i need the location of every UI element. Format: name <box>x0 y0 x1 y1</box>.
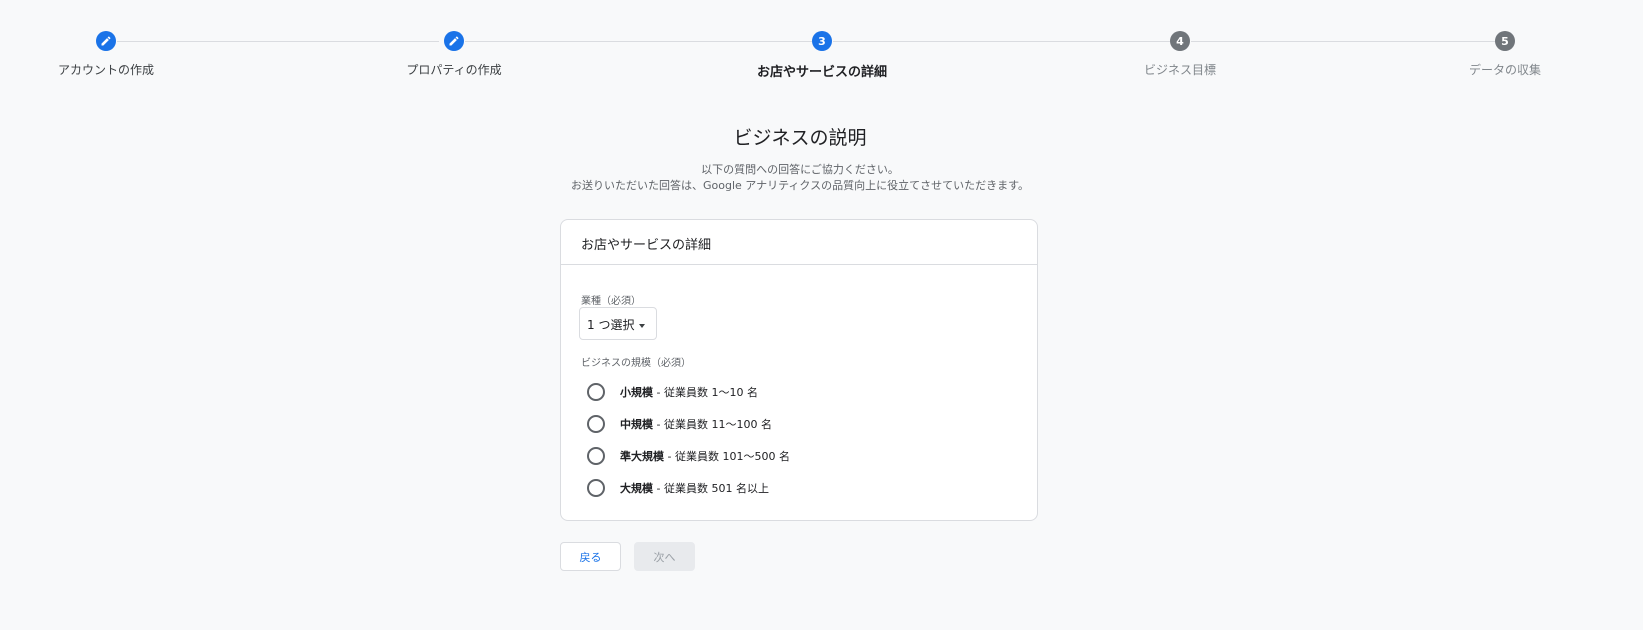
dropdown-arrow-icon <box>639 323 646 328</box>
business-size-label: ビジネスの規模（必須） <box>581 358 691 369</box>
industry-select-value: 1 つ選択 <box>587 318 635 332</box>
step-data-collection: 5 データの収集 <box>1405 31 1605 78</box>
next-button[interactable]: 次へ <box>634 542 695 571</box>
step-label: ビジネス目標 <box>1143 63 1216 77</box>
radio-label: 大規模 - 従業員数 501 名以上 <box>620 482 769 495</box>
card-header: お店やサービスの詳細 <box>561 220 1037 265</box>
step-label: アカウントの作成 <box>57 63 154 77</box>
page-title: ビジネスの説明 <box>733 127 867 149</box>
step-label: お店やサービスの詳細 <box>756 65 887 80</box>
step-business-details: 3 お店やサービスの詳細 <box>722 31 922 80</box>
radio-button[interactable] <box>587 479 605 497</box>
pencil-icon <box>96 31 116 51</box>
subtitle-line: お送りいただいた回答は、Google アナリティクスの品質向上に役立てさせていた… <box>571 179 1029 192</box>
radio-button[interactable] <box>587 383 605 401</box>
size-option-large[interactable]: 大規模 - 従業員数 501 名以上 <box>587 478 769 498</box>
business-details-card: お店やサービスの詳細 業種（必須） 1 つ選択 ビジネスの規模（必須） 小規模 … <box>560 219 1038 521</box>
step-label: データの収集 <box>1468 63 1541 77</box>
step-property-creation[interactable]: プロパティの作成 <box>354 31 554 78</box>
step-number: 3 <box>812 31 832 51</box>
subtitle-line: 以下の質問への回答にご協力ください。 <box>701 163 899 176</box>
size-option-small[interactable]: 小規模 - 従業員数 1〜10 名 <box>587 382 758 402</box>
radio-label: 小規模 - 従業員数 1〜10 名 <box>620 386 758 399</box>
radio-label: 中規模 - 従業員数 11〜100 名 <box>620 418 772 431</box>
radio-button[interactable] <box>587 447 605 465</box>
radio-label: 準大規模 - 従業員数 101〜500 名 <box>620 450 790 463</box>
size-option-medium[interactable]: 中規模 - 従業員数 11〜100 名 <box>587 414 772 434</box>
radio-button[interactable] <box>587 415 605 433</box>
step-label: プロパティの作成 <box>406 63 502 77</box>
size-option-medium-large[interactable]: 準大規模 - 従業員数 101〜500 名 <box>587 446 790 466</box>
industry-select[interactable]: 1 つ選択 <box>579 307 657 340</box>
page-subtitle: 以下の質問への回答にご協力ください。 お送りいただいた回答は、Google アナ… <box>0 162 1600 194</box>
industry-label: 業種（必須） <box>581 296 641 307</box>
progress-stepper: アカウントの作成 プロパティの作成 3 お店やサービスの詳細 4 ビジネス目標 … <box>0 0 1643 90</box>
back-button[interactable]: 戻る <box>560 542 621 571</box>
step-business-goals: 4 ビジネス目標 <box>1080 31 1280 78</box>
step-number: 4 <box>1170 31 1190 51</box>
step-number: 5 <box>1495 31 1515 51</box>
step-account-creation[interactable]: アカウントの作成 <box>6 31 206 78</box>
pencil-icon <box>444 31 464 51</box>
